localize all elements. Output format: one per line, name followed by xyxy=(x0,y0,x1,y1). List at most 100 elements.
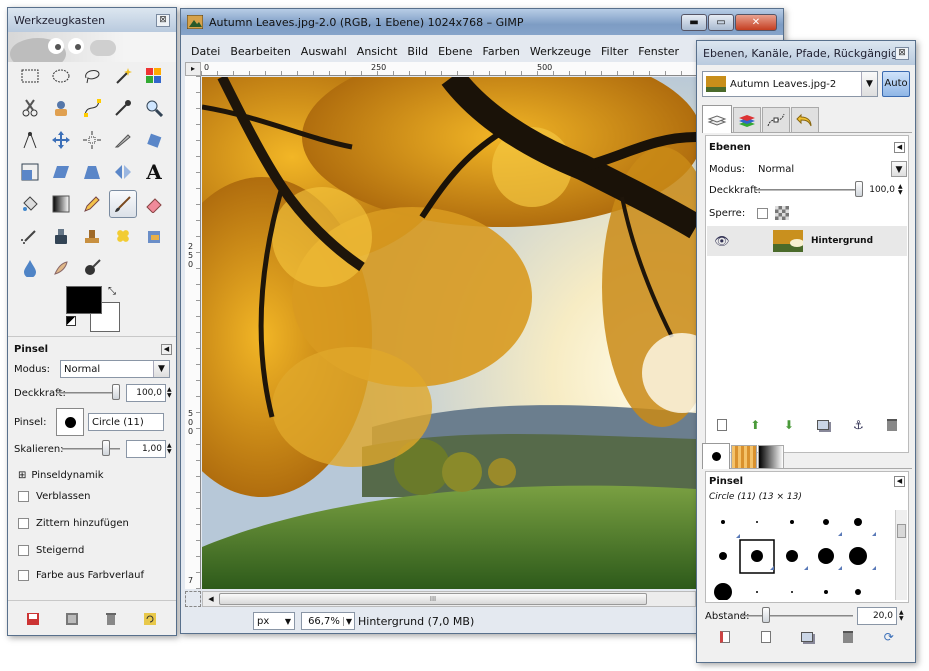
layer-opacity-value[interactable]: 100,0 xyxy=(863,185,895,195)
brush-preview-button[interactable] xyxy=(56,408,84,436)
smudge-tool[interactable] xyxy=(47,254,75,282)
spin-arrows-icon[interactable]: ▲ ▼ xyxy=(167,387,172,399)
duplicate-layer-icon[interactable] xyxy=(817,420,830,430)
zoom-tool[interactable] xyxy=(140,94,168,122)
menu-bild[interactable]: Bild xyxy=(407,45,428,58)
crop-tool[interactable] xyxy=(109,126,137,154)
paths-tool[interactable] xyxy=(78,94,106,122)
image-canvas[interactable] xyxy=(202,77,696,589)
fade-checkbox[interactable] xyxy=(18,491,29,502)
menu-werkzeuge[interactable]: Werkzeuge xyxy=(530,45,591,58)
zoom-dropdown[interactable]: 66,7% ▼ xyxy=(301,612,355,630)
menu-ansicht[interactable]: Ansicht xyxy=(357,45,398,58)
toolbox-titlebar[interactable]: Werkzeugkasten ⊠ xyxy=(8,8,176,32)
brushes-scrollbar[interactable] xyxy=(895,510,907,600)
reset-options-button[interactable] xyxy=(142,611,158,627)
delete-brush-icon[interactable] xyxy=(843,631,854,643)
pencil-tool[interactable] xyxy=(78,190,106,218)
perspective-clone-tool[interactable] xyxy=(140,222,168,250)
quick-mask-corner[interactable]: ▸ xyxy=(185,62,201,76)
menu-bearbeiten[interactable]: Bearbeiten xyxy=(230,45,290,58)
menu-fenster[interactable]: Fenster xyxy=(638,45,679,58)
opacity-slider[interactable] xyxy=(56,384,120,400)
swap-colors-icon[interactable]: ⤡ xyxy=(108,286,116,297)
jitter-checkbox-row[interactable]: Zittern hinzufügen xyxy=(18,518,129,529)
lock-alpha-icon[interactable] xyxy=(775,206,789,220)
delete-layer-icon[interactable] xyxy=(887,419,898,431)
spacing-slider[interactable] xyxy=(741,607,853,623)
restore-options-button[interactable] xyxy=(64,611,80,627)
layer-name[interactable]: Hintergrund xyxy=(811,236,873,246)
image-selector-dropdown[interactable]: Autumn Leaves.jpg-2 ▼ xyxy=(702,71,878,97)
flip-tool[interactable] xyxy=(109,158,137,186)
tab-gradients[interactable] xyxy=(758,445,784,469)
select-by-color-tool[interactable] xyxy=(140,62,168,90)
color-picker-tool[interactable] xyxy=(109,94,137,122)
duplicate-brush-icon[interactable] xyxy=(800,632,813,642)
foreground-select-tool[interactable] xyxy=(47,94,75,122)
scale-slider-knob[interactable] xyxy=(102,440,110,456)
spin-arrows-icon[interactable]: ▲ ▼ xyxy=(898,184,903,196)
edit-brush-icon[interactable] xyxy=(720,631,731,643)
layer-row-hintergrund[interactable]: 👁 Hintergrund xyxy=(707,226,907,256)
scale-input[interactable]: 1,00 xyxy=(126,440,166,458)
tab-channels[interactable] xyxy=(733,107,761,133)
fade-checkbox-row[interactable]: Verblassen xyxy=(18,491,91,502)
brush-dynamics-expander[interactable]: ⊞ Pinseldynamik xyxy=(18,470,104,481)
refresh-brushes-icon[interactable]: ⟳ xyxy=(884,630,894,644)
ellipse-select-tool[interactable] xyxy=(47,62,75,90)
layers-dock-close-button[interactable]: ⊠ xyxy=(895,46,909,60)
scale-slider[interactable] xyxy=(62,440,120,456)
lock-pixels-checkbox[interactable] xyxy=(757,207,768,219)
unit-dropdown[interactable]: px ▼ xyxy=(253,612,295,630)
horizontal-scrollbar[interactable]: ◀ III xyxy=(202,591,696,607)
auto-button[interactable]: Auto xyxy=(882,71,910,97)
new-brush-icon[interactable] xyxy=(760,631,771,643)
tab-paths[interactable] xyxy=(762,107,790,133)
gradient-color-checkbox[interactable] xyxy=(18,570,29,581)
visibility-eye-icon[interactable]: 👁 xyxy=(707,234,737,248)
save-options-button[interactable] xyxy=(25,611,41,627)
image-window-titlebar[interactable]: Autumn Leaves.jpg-2.0 (RGB, 1 Ebene) 102… xyxy=(181,9,783,35)
foreground-color-swatch[interactable] xyxy=(66,286,102,314)
menu-auswahl[interactable]: Auswahl xyxy=(301,45,347,58)
perspective-tool[interactable] xyxy=(78,158,106,186)
minimize-button[interactable]: ▬ xyxy=(681,13,707,31)
scissors-tool[interactable] xyxy=(16,94,44,122)
navigate-corner-button[interactable] xyxy=(185,591,201,607)
layer-opacity-slider[interactable] xyxy=(755,181,863,197)
spacing-input[interactable]: 20,0 xyxy=(857,607,897,625)
clone-tool[interactable] xyxy=(78,222,106,250)
fuzzy-select-tool[interactable] xyxy=(109,62,137,90)
delete-options-button[interactable] xyxy=(103,611,119,627)
new-layer-icon[interactable] xyxy=(716,419,727,431)
menu-filter[interactable]: Filter xyxy=(601,45,628,58)
lasso-tool[interactable] xyxy=(78,62,106,90)
shear-tool[interactable] xyxy=(47,158,75,186)
layers-dock-titlebar[interactable]: Ebenen, Kanäle, Pfade, Rückgängig... ⊠ xyxy=(697,41,915,65)
lower-layer-icon[interactable]: ⬇ xyxy=(784,418,794,432)
opacity-input[interactable]: 100,0 xyxy=(126,384,166,402)
anchor-layer-icon[interactable]: ⚓ xyxy=(853,418,864,432)
incremental-checkbox-row[interactable]: Steigernd xyxy=(18,545,84,556)
align-tool[interactable] xyxy=(78,126,106,154)
gradient-tool[interactable] xyxy=(47,190,75,218)
menu-datei[interactable]: Datei xyxy=(191,45,220,58)
mode-dropdown[interactable]: Normal ▼ xyxy=(60,360,170,378)
opacity-slider-knob[interactable] xyxy=(112,384,120,400)
rect-select-tool[interactable] xyxy=(16,62,44,90)
layer-mode-dropdown[interactable]: Normal ▼ xyxy=(755,160,907,178)
scroll-left-icon[interactable]: ◀ xyxy=(203,595,219,603)
close-button[interactable]: ✕ xyxy=(735,13,777,31)
tab-layers[interactable] xyxy=(702,105,732,133)
brush-name-field[interactable]: Circle (11) xyxy=(88,413,164,431)
scale-tool[interactable] xyxy=(16,158,44,186)
dodge-burn-tool[interactable] xyxy=(78,254,106,282)
brushes-menu-icon[interactable]: ◀ xyxy=(894,476,905,487)
toolbox-close-button[interactable]: ⊠ xyxy=(156,13,170,27)
eraser-tool[interactable] xyxy=(140,190,168,218)
tool-options-menu-icon[interactable]: ◀ xyxy=(161,344,172,355)
spin-arrows-icon[interactable]: ▲ ▼ xyxy=(899,610,904,622)
brush-grid[interactable] xyxy=(708,510,894,600)
move-tool[interactable] xyxy=(47,126,75,154)
